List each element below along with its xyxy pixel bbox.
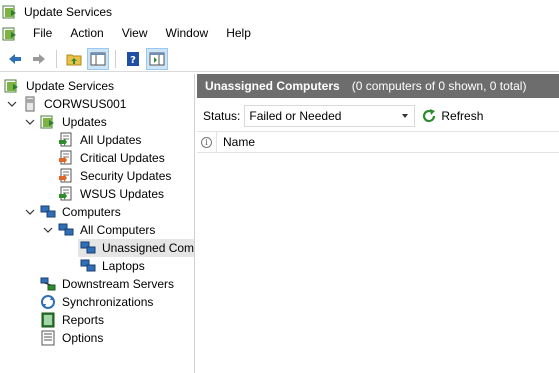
tree-label: Unassigned Comp <box>100 240 194 256</box>
tree-item-wsus-updates[interactable]: WSUS Updates <box>58 185 166 203</box>
dropdown-arrow-icon <box>402 114 409 118</box>
tree-item-all-computers[interactable]: All Computers <box>42 221 157 239</box>
tree-item-all-updates[interactable]: All Updates <box>58 131 143 149</box>
update-services-icon <box>4 79 18 93</box>
column-header: i Name <box>197 131 559 153</box>
tree-item-unassigned-computers[interactable]: Unassigned Comp <box>78 239 194 257</box>
refresh-icon <box>423 109 436 123</box>
title-bar: Update Services <box>0 0 559 23</box>
tree-item-computers[interactable]: Computers <box>24 203 123 221</box>
tree-item-synchronizations[interactable]: Synchronizations <box>40 293 155 311</box>
tree-item-security-updates[interactable]: Security Updates <box>58 167 173 185</box>
chevron-down-icon[interactable] <box>24 206 36 218</box>
status-value: Failed or Needed <box>249 109 342 123</box>
console-tree: Update Services CORWSUS001 Updates All U… <box>0 74 195 373</box>
tree-item-options[interactable]: Options <box>40 329 105 347</box>
menu-view[interactable]: View <box>113 23 157 44</box>
action-pane-icon <box>149 52 165 65</box>
pane-header: Unassigned Computers (0 computers of 0 s… <box>197 74 559 98</box>
show-hide-console-tree-button[interactable] <box>87 47 109 70</box>
tree-label: WSUS Updates <box>80 187 165 201</box>
update-list-icon <box>59 132 72 147</box>
tree-label: Critical Updates <box>80 151 165 165</box>
computer-count: (0 computers of 0 shown, 0 total) <box>351 79 527 93</box>
tree-label: Computers <box>62 205 121 219</box>
svg-text:?: ? <box>130 55 136 66</box>
toolbar-separator <box>115 49 116 68</box>
refresh-label: Refresh <box>441 109 484 123</box>
updates-icon <box>40 115 54 129</box>
tree-item-critical-updates[interactable]: Critical Updates <box>58 149 167 167</box>
status-dropdown[interactable]: Failed or Needed <box>244 105 416 127</box>
update-services-icon <box>2 5 16 18</box>
menu-file[interactable]: File <box>24 23 61 44</box>
forward-arrow-icon <box>33 53 45 64</box>
toolbar: ? <box>0 46 559 72</box>
tree-item-update-services[interactable]: Update Services <box>4 77 116 95</box>
help-button[interactable]: ? <box>122 48 144 70</box>
toolbar-separator <box>56 49 57 68</box>
computer-group-icon <box>58 223 74 236</box>
computer-group-icon <box>80 241 96 254</box>
synchronizations-icon <box>41 295 55 309</box>
wsus-updates-icon <box>59 186 72 201</box>
back-button[interactable] <box>4 48 26 70</box>
critical-updates-icon <box>59 150 72 165</box>
show-hide-console-tree-icon <box>90 52 106 65</box>
details-pane: Unassigned Computers (0 computers of 0 s… <box>197 74 559 373</box>
tree-label: CORWSUS001 <box>44 97 127 111</box>
tree-label: Options <box>62 331 104 345</box>
tree-item-downstream-servers[interactable]: Downstream Servers <box>40 275 176 293</box>
menu-action[interactable]: Action <box>61 23 112 44</box>
status-label: Status: <box>203 109 241 123</box>
tree-label: Laptops <box>102 259 145 273</box>
tree-item-laptops[interactable]: Laptops <box>80 257 147 275</box>
tree-label: Synchronizations <box>62 295 154 309</box>
tree-item-server[interactable]: CORWSUS001 <box>6 95 128 113</box>
folder-up-icon <box>66 54 82 65</box>
tree-label: All Updates <box>80 133 142 147</box>
up-one-level-button[interactable] <box>63 48 85 70</box>
help-icon: ? <box>127 51 139 66</box>
chevron-down-icon[interactable] <box>24 116 36 128</box>
filter-bar: Status: Failed or Needed Refresh <box>197 104 559 128</box>
name-column-header[interactable]: Name <box>217 135 255 149</box>
pane-title: Unassigned Computers <box>205 79 340 93</box>
back-arrow-icon <box>9 53 21 64</box>
tree-item-updates[interactable]: Updates <box>24 113 109 131</box>
computer-group-icon <box>80 259 96 272</box>
tree-label: All Computers <box>80 223 156 237</box>
tree-label: Reports <box>62 313 105 327</box>
reports-icon <box>41 312 55 328</box>
tree-label: Updates <box>62 115 107 129</box>
chevron-down-icon[interactable] <box>6 98 18 110</box>
tree-label: Update Services <box>26 79 115 93</box>
menu-window[interactable]: Window <box>157 23 218 44</box>
tree-label: Security Updates <box>80 169 172 183</box>
options-icon <box>41 330 55 346</box>
tree-label: Downstream Servers <box>62 277 175 291</box>
window-title: Update Services <box>24 4 113 19</box>
refresh-button[interactable]: Refresh <box>421 108 483 124</box>
system-menu-icon[interactable] <box>2 26 18 42</box>
forward-button[interactable] <box>28 48 50 70</box>
downstream-servers-icon <box>40 277 56 291</box>
chevron-down-icon[interactable] <box>42 224 54 236</box>
menu-help[interactable]: Help <box>217 23 260 44</box>
show-hide-action-pane-button[interactable] <box>146 47 168 70</box>
info-column-header[interactable]: i <box>197 131 217 153</box>
menu-bar: File Action View Window Help <box>0 23 559 44</box>
tree-item-reports[interactable]: Reports <box>40 311 106 329</box>
security-updates-icon <box>59 168 72 183</box>
server-icon <box>25 96 35 112</box>
computers-icon <box>40 205 56 218</box>
info-icon: i <box>201 136 212 148</box>
